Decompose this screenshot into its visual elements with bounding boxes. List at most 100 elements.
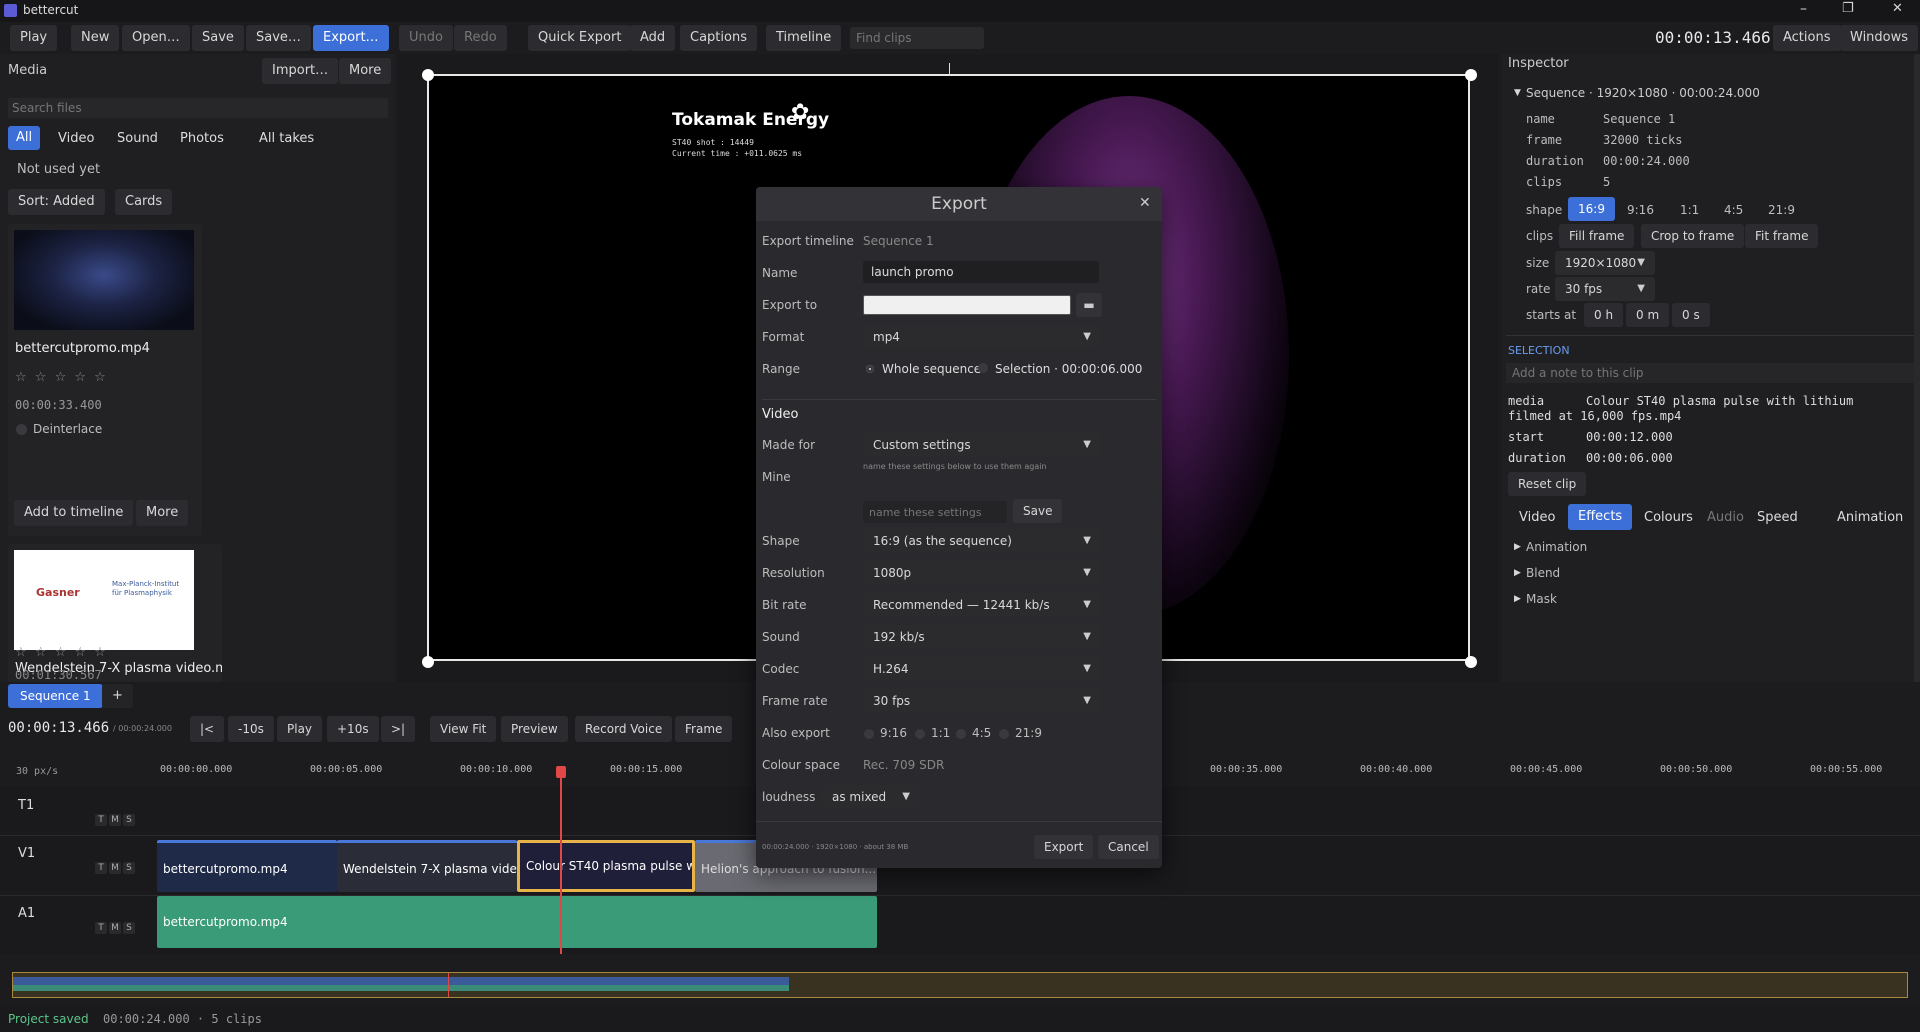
section-animation[interactable]: Animation xyxy=(1526,540,1587,554)
format-select[interactable]: mp4 ▼ xyxy=(863,325,1101,349)
starts-minutes[interactable]: 0 m xyxy=(1626,303,1670,327)
save-settings-button[interactable]: Save xyxy=(1013,499,1063,523)
track-mute-toggle[interactable]: M xyxy=(109,814,121,826)
loudness-select[interactable]: as mixed ▼ xyxy=(822,785,920,809)
export-path-field[interactable] xyxy=(863,295,1071,315)
export-name-field[interactable] xyxy=(863,261,1099,283)
starts-seconds[interactable]: 0 s xyxy=(1672,303,1710,327)
track-solo-toggle[interactable]: S xyxy=(123,814,135,826)
transform-handle-tr[interactable] xyxy=(1465,69,1477,81)
quick-export-button[interactable]: Quick Export xyxy=(528,25,632,51)
go-end-button[interactable]: >| xyxy=(381,716,416,742)
media-card[interactable]: Gasner Max-Planck-Institut für Plasmaphy… xyxy=(8,544,222,684)
timeline-clip-selected[interactable]: Colour ST40 plasma pulse with xyxy=(517,840,695,892)
track-toggles[interactable]: TMS xyxy=(95,862,137,874)
shape-select[interactable]: 16:9 (as the sequence) ▼ xyxy=(863,529,1101,553)
expand-triangle-icon[interactable]: ▶ xyxy=(1514,594,1521,604)
size-select[interactable]: 1920×1080 ▼ xyxy=(1555,251,1655,275)
export-button[interactable]: Export… xyxy=(313,25,389,51)
restore-button[interactable]: ❐ xyxy=(1842,1,1854,16)
tab-speed[interactable]: Speed xyxy=(1757,510,1798,525)
dialog-export-button[interactable]: Export xyxy=(1034,835,1094,859)
section-mask[interactable]: Mask xyxy=(1526,592,1557,606)
minimize-button[interactable]: – xyxy=(1800,1,1807,17)
cards-button[interactable]: Cards xyxy=(115,189,173,215)
timeline-clip[interactable]: Wendelstein 7-X plasma video.mp4 xyxy=(337,840,517,892)
preview-button[interactable]: Preview xyxy=(501,716,568,742)
shape-4-5[interactable]: 4:5 xyxy=(1724,203,1743,217)
media-more-button[interactable]: More xyxy=(339,58,392,84)
media-card[interactable]: bettercutpromo.mp4 ☆ ☆ ☆ ☆ ☆ 00:00:33.40… xyxy=(8,224,202,536)
save-as-button[interactable]: Save… xyxy=(246,25,311,51)
dialog-cancel-button[interactable]: Cancel xyxy=(1098,835,1159,859)
media-card-more-button[interactable]: More xyxy=(136,500,189,526)
record-voice-button[interactable]: Record Voice xyxy=(575,716,673,742)
tab-colours[interactable]: Colours xyxy=(1644,510,1693,525)
media-card-stars-2[interactable]: ☆ ☆ ☆ ☆ ☆ xyxy=(15,645,108,660)
timeline-clip[interactable]: bettercutpromo.mp4 xyxy=(157,840,337,892)
save-button[interactable]: Save xyxy=(192,25,244,51)
add-to-timeline-button[interactable]: Add to timeline xyxy=(14,500,134,526)
timeline-button[interactable]: Timeline xyxy=(766,25,842,51)
redo-button[interactable]: Redo xyxy=(454,25,507,51)
sound-select[interactable]: 192 kb/s ▼ xyxy=(863,625,1101,649)
actions-button[interactable]: Actions xyxy=(1773,25,1841,51)
view-fit-button[interactable]: View Fit xyxy=(430,716,497,742)
folder-icon[interactable]: ▬ xyxy=(1076,293,1102,317)
crop-to-frame-button[interactable]: Crop to frame xyxy=(1641,224,1745,248)
audio-clip[interactable]: bettercutpromo.mp4 xyxy=(157,896,877,948)
rating-stars[interactable]: ☆ ☆ ☆ ☆ ☆ xyxy=(15,370,108,385)
filter-photos[interactable]: Photos xyxy=(180,131,224,146)
deinterlace-checkbox[interactable] xyxy=(16,424,27,435)
sort-button[interactable]: Sort: Added xyxy=(8,189,105,215)
filter-all[interactable]: All xyxy=(8,126,41,150)
bitrate-select[interactable]: Recommended — 12441 kb/s ▼ xyxy=(863,593,1101,617)
framerate-select[interactable]: 30 fps ▼ xyxy=(863,689,1101,713)
inspector-scrollbar[interactable] xyxy=(1914,54,1920,682)
frame-button[interactable]: Frame xyxy=(675,716,733,742)
import-button[interactable]: Import… xyxy=(262,58,339,84)
collapse-triangle-icon[interactable]: ▼ xyxy=(1514,88,1521,98)
track-target-toggle[interactable]: T xyxy=(95,862,107,874)
track-mute-toggle[interactable]: M xyxy=(109,862,121,874)
playhead-handle[interactable] xyxy=(556,766,566,778)
search-files-input[interactable] xyxy=(8,98,388,118)
transform-handle-bl[interactable] xyxy=(422,656,434,668)
tab-audio[interactable]: Audio xyxy=(1707,510,1744,525)
also-9-16-checkbox[interactable] xyxy=(864,729,874,739)
track-solo-toggle[interactable]: S xyxy=(123,922,135,934)
windows-button[interactable]: Windows xyxy=(1840,25,1919,51)
track-toggles[interactable]: TMS xyxy=(95,814,137,826)
add-button[interactable]: Add xyxy=(630,25,676,51)
fill-frame-button[interactable]: Fill frame xyxy=(1559,224,1635,248)
shape-21-9[interactable]: 21:9 xyxy=(1768,203,1795,217)
back-10s-button[interactable]: -10s xyxy=(228,716,274,742)
find-clips-input[interactable] xyxy=(850,27,984,49)
shape-16-9[interactable]: 16:9 xyxy=(1568,197,1615,221)
tab-animation[interactable]: Animation xyxy=(1837,510,1903,525)
also-21-9-checkbox[interactable] xyxy=(999,729,1009,739)
expand-triangle-icon[interactable]: ▶ xyxy=(1514,542,1521,552)
track-solo-toggle[interactable]: S xyxy=(123,862,135,874)
rate-select[interactable]: 30 fps ▼ xyxy=(1555,277,1655,301)
clip-note-input[interactable] xyxy=(1506,363,1916,383)
track-target-toggle[interactable]: T xyxy=(95,814,107,826)
made-for-select[interactable]: Custom settings ▼ xyxy=(863,433,1101,457)
forward-10s-button[interactable]: +10s xyxy=(327,716,379,742)
playhead[interactable] xyxy=(560,766,562,954)
close-icon[interactable]: ✕ xyxy=(1139,195,1151,211)
also-4-5-checkbox[interactable] xyxy=(956,729,966,739)
undo-button[interactable]: Undo xyxy=(399,25,453,51)
track-toggles[interactable]: TMS xyxy=(95,922,137,934)
filter-video[interactable]: Video xyxy=(58,131,94,146)
track-mute-toggle[interactable]: M xyxy=(109,922,121,934)
range-selection-radio[interactable] xyxy=(978,363,988,373)
reset-clip-button[interactable]: Reset clip xyxy=(1508,472,1587,496)
new-button[interactable]: New xyxy=(71,25,120,51)
codec-select[interactable]: H.264 ▼ xyxy=(863,657,1101,681)
filter-sound[interactable]: Sound xyxy=(117,131,158,146)
tab-video[interactable]: Video xyxy=(1519,510,1555,525)
transform-handle-br[interactable] xyxy=(1465,656,1477,668)
captions-button[interactable]: Captions xyxy=(680,25,757,51)
section-blend[interactable]: Blend xyxy=(1526,566,1560,580)
